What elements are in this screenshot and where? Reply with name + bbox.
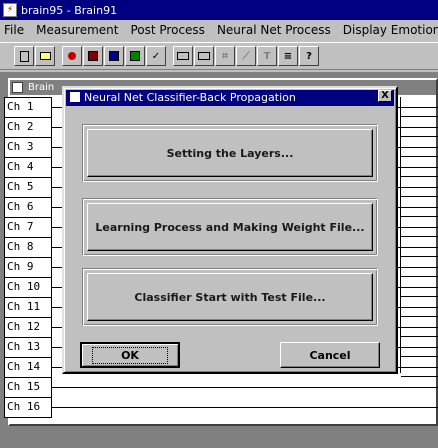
open-file-icon[interactable] (35, 46, 55, 66)
menu-neural-net-process[interactable]: Neural Net Process (217, 23, 331, 37)
channel-label: Ch 5 (4, 177, 52, 197)
right-cell (401, 237, 438, 257)
channel-label: Ch 12 (4, 317, 52, 337)
help-icon[interactable]: ? (299, 46, 319, 66)
right-cell (401, 357, 438, 377)
channel-label: Ch 16 (4, 397, 52, 417)
channel-label: Ch 13 (4, 337, 52, 357)
channel-label: Ch 4 (4, 157, 52, 177)
toolbar: ✓ ⌗ ⟋ T ≡ ? (0, 42, 438, 70)
channel-label: Ch 6 (4, 197, 52, 217)
channel-list: Ch 1 Ch 2 Ch 3 Ch 4 Ch 5 Ch 6 Ch 7 Ch 8 Ch 9 Ch 1… (4, 97, 52, 418)
right-cell (401, 137, 438, 157)
right-cell (401, 217, 438, 237)
channel-label: Ch 10 (4, 277, 52, 297)
signal-icon[interactable] (173, 46, 193, 66)
dialog-title-bar: Neural Net Classifier-Back Propagation (66, 90, 394, 106)
menu-bar: File Measurement Post Process Neural Net… (0, 20, 438, 40)
app-icon: ⚡ (3, 3, 17, 17)
channel-label: Ch 14 (4, 357, 52, 377)
classifier-start-button[interactable]: Classifier Start with Test File... (87, 273, 373, 321)
new-file-icon[interactable] (14, 46, 34, 66)
learning-process-button[interactable]: Learning Process and Making Weight File.… (87, 203, 373, 251)
status-area (0, 426, 438, 448)
channel-label: Ch 9 (4, 257, 52, 277)
channel-label: Ch 7 (4, 217, 52, 237)
channel-label: Ch 1 (4, 97, 52, 117)
window-icon (12, 82, 23, 93)
right-cell (401, 337, 438, 357)
ok-button-label: OK (92, 346, 168, 364)
right-cell (401, 97, 438, 117)
right-cell (401, 257, 438, 277)
check-icon[interactable]: ✓ (146, 46, 166, 66)
app-title: brain95 - Brain91 (21, 3, 118, 17)
channel-label: Ch 3 (4, 137, 52, 157)
right-column (400, 97, 438, 377)
channel-label: Ch 11 (4, 297, 52, 317)
right-cell (401, 317, 438, 337)
channel-trace (52, 407, 438, 408)
right-cell (401, 277, 438, 297)
channel-label: Ch 2 (4, 117, 52, 137)
close-icon[interactable]: X (378, 90, 392, 102)
scope-icon[interactable] (104, 46, 124, 66)
dialog-icon (70, 92, 80, 102)
learning-group: Learning Process and Making Weight File.… (82, 198, 378, 256)
menu-measurement[interactable]: Measurement (36, 23, 118, 37)
right-cell (401, 177, 438, 197)
menu-display-emotion[interactable]: Display Emotion (343, 23, 438, 37)
channel-label: Ch 8 (4, 237, 52, 257)
menu-file[interactable]: File (4, 23, 24, 37)
right-cell (401, 117, 438, 137)
right-cell (401, 157, 438, 177)
cancel-button[interactable]: Cancel (280, 342, 380, 368)
channel-label: Ch 15 (4, 377, 52, 397)
setting-layers-group: Setting the Layers... (82, 124, 378, 182)
text-icon[interactable]: T (257, 46, 277, 66)
menu-post-process[interactable]: Post Process (130, 23, 204, 37)
align-icon[interactable]: ≡ (278, 46, 298, 66)
neural-net-dialog: Neural Net Classifier-Back Propagation X… (62, 86, 398, 374)
dialog-title: Neural Net Classifier-Back Propagation (84, 91, 296, 104)
signal2-icon[interactable] (194, 46, 214, 66)
zoom-icon[interactable]: ⌗ (215, 46, 235, 66)
chart-icon[interactable] (125, 46, 145, 66)
classifier-group: Classifier Start with Test File... (82, 268, 378, 326)
record-icon[interactable] (62, 46, 82, 66)
setting-layers-button[interactable]: Setting the Layers... (87, 129, 373, 177)
stop-icon[interactable] (83, 46, 103, 66)
app-title-bar: ⚡ brain95 - Brain91 (0, 0, 438, 20)
graph-icon[interactable]: ⟋ (236, 46, 256, 66)
channel-trace (52, 387, 438, 388)
ok-button[interactable]: OK (80, 342, 180, 368)
right-cell (401, 297, 438, 317)
right-cell (401, 197, 438, 217)
